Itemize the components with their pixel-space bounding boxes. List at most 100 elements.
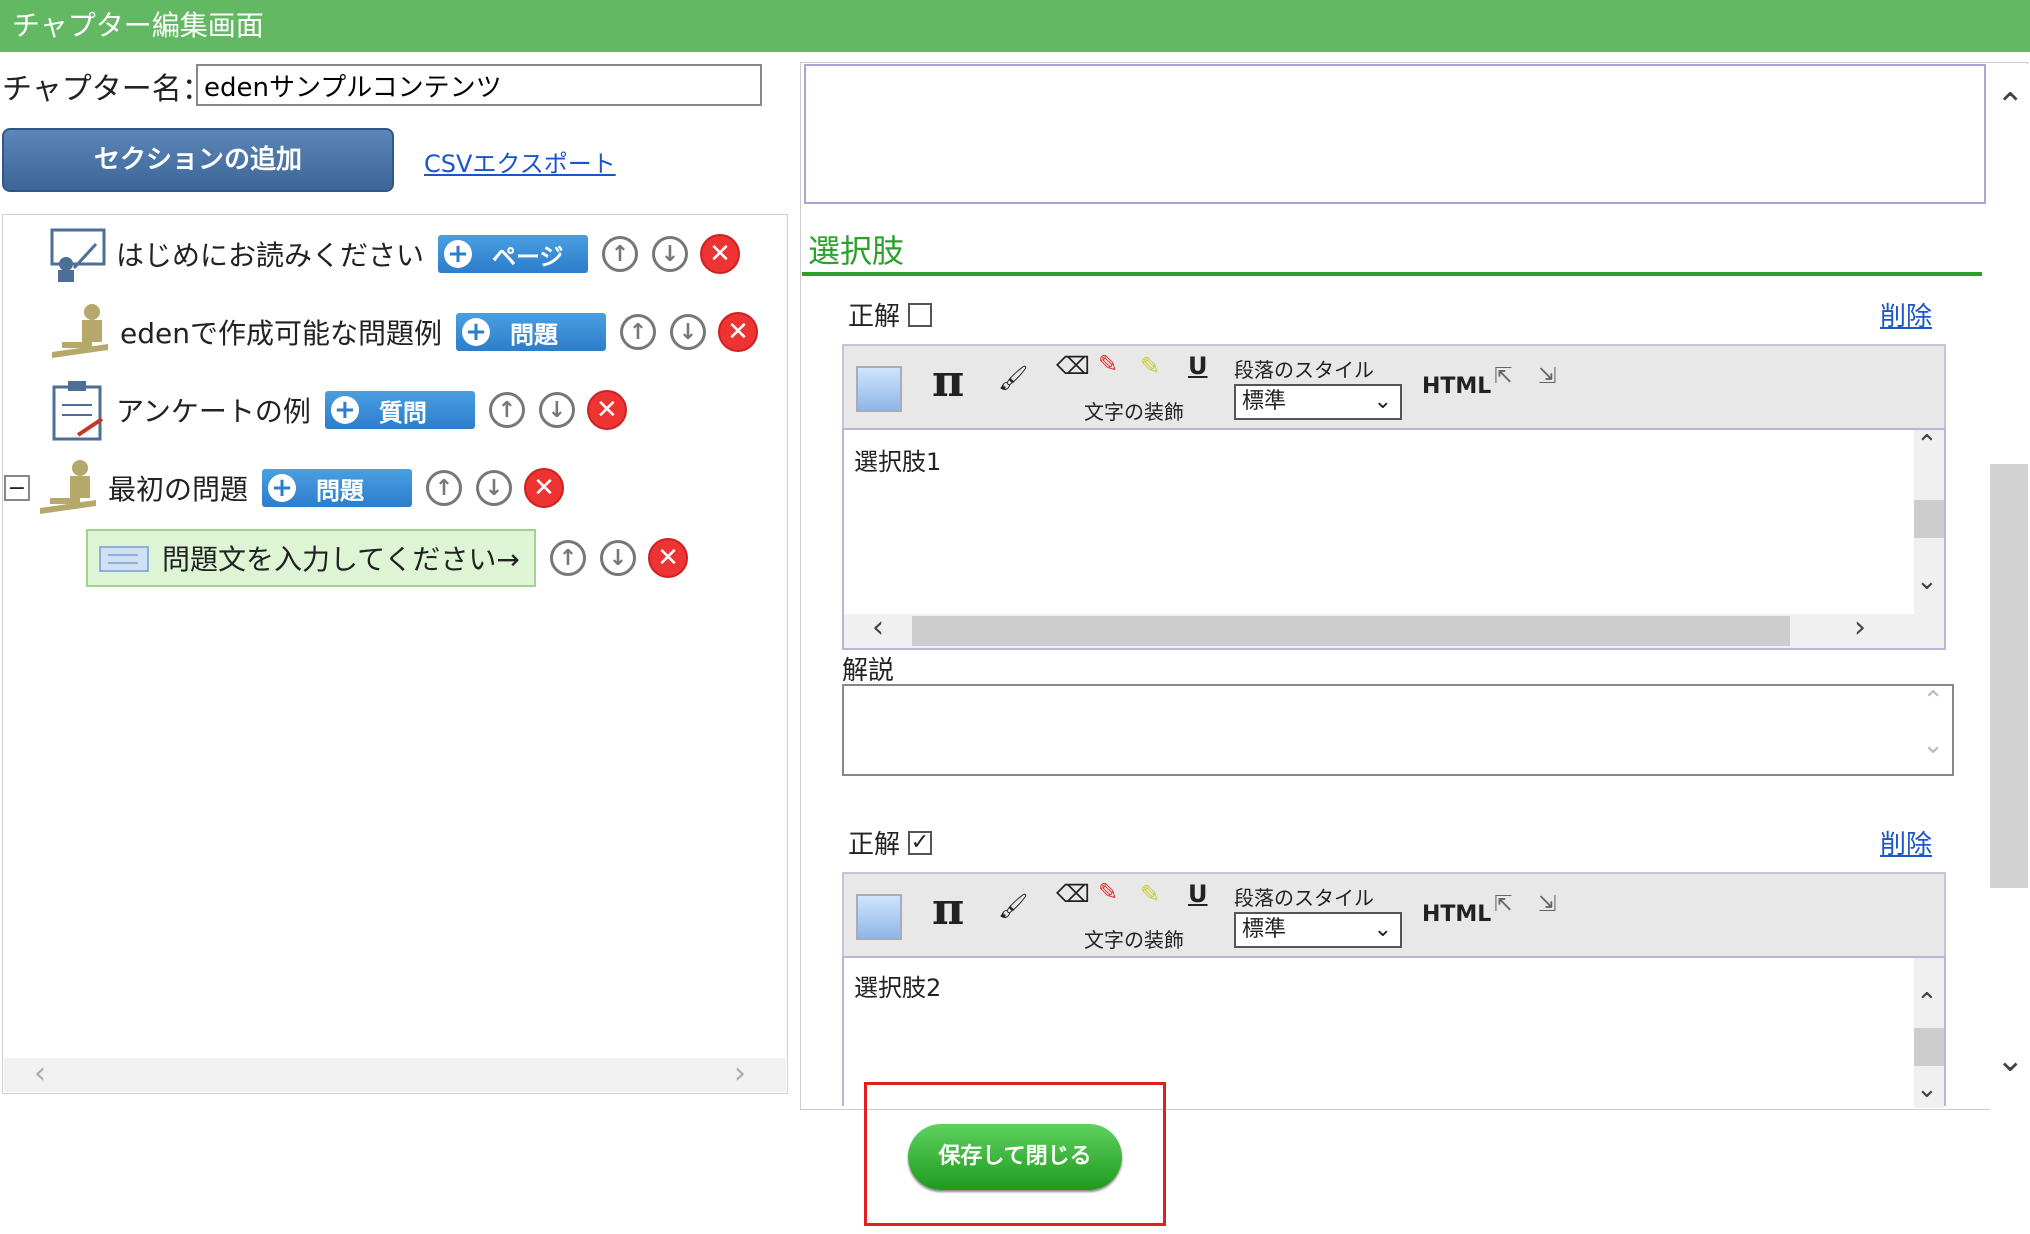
tree-item[interactable]: はじめにお読みください + ページ ↑ ↓ ✕: [48, 224, 741, 284]
scroll-thumb[interactable]: [912, 616, 1790, 646]
paragraph-style-label: 段落のスタイル: [1234, 358, 1374, 382]
presentation-icon: [50, 228, 106, 282]
add-page-button[interactable]: + ページ: [438, 235, 589, 273]
chapter-name-input[interactable]: [196, 64, 762, 106]
correct-checkbox[interactable]: [908, 302, 933, 327]
expand-icon[interactable]: ⇲: [1538, 892, 1556, 917]
delete-icon[interactable]: ✕: [648, 538, 688, 578]
tree-item[interactable]: edenで作成可能な問題例 + 問題 ↑ ↓ ✕: [48, 302, 758, 362]
eraser-icon[interactable]: ⌫: [1056, 352, 1090, 380]
move-up-icon[interactable]: ↑: [550, 540, 586, 576]
shrink-icon[interactable]: ⇱: [1494, 364, 1512, 389]
text-decoration-label: 文字の装飾: [1084, 928, 1184, 952]
move-down-icon[interactable]: ↓: [600, 540, 636, 576]
move-down-icon[interactable]: ↓: [669, 314, 706, 350]
scroll-up-icon[interactable]: ⌃: [1996, 86, 2025, 126]
tree-sub-item[interactable]: 問題文を入力してください→ ↑ ↓ ✕: [86, 528, 688, 588]
text-decoration-label: 文字の装飾: [1084, 400, 1184, 424]
explanation-label: 解説: [842, 656, 895, 686]
person-desk-icon: [52, 304, 108, 358]
tree-item-label[interactable]: はじめにお読みください: [116, 234, 424, 274]
delete-icon[interactable]: ✕: [524, 468, 565, 508]
plus-icon: +: [444, 240, 473, 268]
scroll-thumb[interactable]: [1914, 1028, 1944, 1066]
choice-1-vertical-scrollbar[interactable]: ⌃ ⌄: [1914, 430, 1944, 614]
html-mode-button[interactable]: HTML: [1422, 374, 1491, 399]
choice-2-delete-link[interactable]: 削除: [1880, 824, 1932, 861]
clipboard-icon: [52, 381, 104, 441]
add-question-button[interactable]: + 問題: [262, 469, 413, 507]
scroll-left-icon[interactable]: ‹: [872, 610, 884, 645]
scroll-down-icon[interactable]: ⌄: [1922, 730, 1944, 760]
question-card-icon: [99, 546, 149, 572]
tree-item-label[interactable]: アンケートの例: [116, 390, 311, 430]
tree-item[interactable]: アンケートの例 + 質問 ↑ ↓ ✕: [48, 380, 627, 441]
formula-icon[interactable]: π: [932, 884, 964, 935]
format-brush-icon[interactable]: 🖌: [998, 892, 1028, 920]
previous-editor-box[interactable]: [804, 64, 1986, 204]
delete-icon[interactable]: ✕: [586, 390, 627, 430]
scroll-down-icon[interactable]: ⌄: [1916, 566, 1938, 596]
choice-1-text[interactable]: 選択肢1: [854, 442, 941, 477]
paragraph-style-select[interactable]: 標準 ⌄: [1234, 384, 1402, 420]
add-section-button[interactable]: セクションの追加: [2, 128, 394, 192]
eraser-icon[interactable]: ⌫: [1056, 880, 1090, 908]
expand-icon[interactable]: ⇲: [1538, 364, 1556, 389]
correct-checkbox[interactable]: ✓: [908, 830, 933, 855]
delete-icon[interactable]: ✕: [700, 234, 741, 274]
scroll-up-icon[interactable]: ⌃: [1916, 988, 1938, 1018]
insert-image-icon[interactable]: [856, 894, 902, 940]
scroll-right-icon[interactable]: ›: [1854, 610, 1866, 645]
add-survey-question-button[interactable]: + 質問: [324, 391, 475, 429]
shrink-icon[interactable]: ⇱: [1494, 892, 1512, 917]
choice-1-editor[interactable]: 選択肢1 ⌃ ⌄ ‹ ›: [842, 428, 1946, 650]
move-down-icon[interactable]: ↓: [538, 392, 575, 428]
question-item[interactable]: 問題文を入力してください→: [86, 529, 536, 587]
move-down-icon[interactable]: ↓: [652, 236, 689, 272]
scroll-left-icon[interactable]: ‹: [34, 1056, 46, 1091]
paragraph-style-select[interactable]: 標準 ⌄: [1234, 912, 1402, 948]
correct-label: 正解: [848, 830, 901, 860]
move-up-icon[interactable]: ↑: [488, 392, 525, 428]
plus-icon: +: [268, 474, 297, 502]
add-question-button[interactable]: + 問題: [455, 313, 606, 351]
highlighter-icon[interactable]: ✎: [1140, 880, 1160, 908]
choice-2-text[interactable]: 選択肢2: [854, 968, 941, 1003]
chapter-name-label: チャプター名：: [2, 72, 212, 107]
choice-1-delete-link[interactable]: 削除: [1880, 296, 1932, 333]
pen-icon[interactable]: ✎: [1098, 878, 1118, 906]
insert-image-icon[interactable]: [856, 366, 902, 412]
correct-label: 正解: [848, 302, 901, 332]
tree-horizontal-scrollbar[interactable]: ‹ ›: [4, 1056, 786, 1092]
move-down-icon[interactable]: ↓: [476, 470, 513, 506]
move-up-icon[interactable]: ↑: [602, 236, 639, 272]
html-mode-button[interactable]: HTML: [1422, 902, 1491, 927]
csv-export-link[interactable]: CSVエクスポート: [424, 144, 616, 179]
tree-item-label[interactable]: 最初の問題: [108, 468, 248, 508]
choice-2-vertical-scrollbar[interactable]: ⌃ ⌄: [1914, 958, 1944, 1108]
tree-item-label[interactable]: edenで作成可能な問題例: [120, 312, 442, 352]
format-brush-icon[interactable]: 🖌: [998, 364, 1028, 392]
chevron-down-icon: ⌄: [1373, 389, 1392, 414]
scroll-thumb[interactable]: [1914, 500, 1944, 538]
scroll-up-icon[interactable]: ⌃: [1922, 686, 1944, 716]
scroll-right-icon[interactable]: ›: [734, 1056, 746, 1091]
collapse-icon[interactable]: −: [4, 475, 30, 501]
pen-icon[interactable]: ✎: [1098, 350, 1118, 378]
scroll-down-icon[interactable]: ⌄: [1996, 1040, 2025, 1080]
move-up-icon[interactable]: ↑: [426, 470, 463, 506]
formula-icon[interactable]: π: [932, 356, 964, 407]
scroll-thumb[interactable]: [1990, 464, 2028, 888]
explanation-input[interactable]: ⌃ ⌄: [842, 684, 1954, 776]
scroll-up-icon[interactable]: ⌃: [1916, 430, 1938, 460]
move-up-icon[interactable]: ↑: [619, 314, 656, 350]
choice-1-correct: 正解: [848, 296, 933, 333]
person-desk-icon: [40, 460, 96, 514]
tree-item[interactable]: − 最初の問題 + 問題 ↑ ↓ ✕: [4, 458, 565, 518]
delete-icon[interactable]: ✕: [717, 312, 758, 352]
underline-icon[interactable]: U: [1188, 880, 1208, 908]
scroll-down-icon[interactable]: ⌄: [1916, 1074, 1938, 1104]
choice-1-horizontal-scrollbar[interactable]: ‹ ›: [844, 610, 1944, 648]
underline-icon[interactable]: U: [1188, 352, 1208, 380]
highlighter-icon[interactable]: ✎: [1140, 352, 1160, 380]
